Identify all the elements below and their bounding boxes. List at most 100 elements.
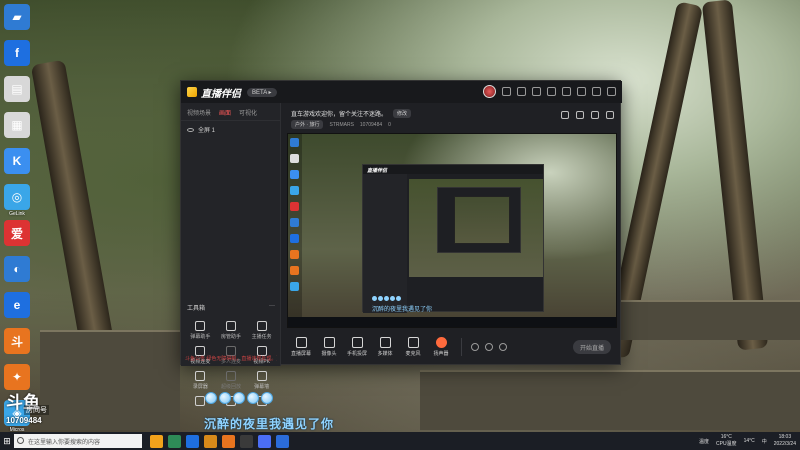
preview-icon: [290, 282, 299, 291]
preview-icon: [290, 266, 299, 275]
taskbar-app-icon[interactable]: [150, 434, 163, 448]
announcement-text[interactable]: 斗鱼公告 绿色无障碍制，直播违规处理。更多·查看: [185, 355, 277, 362]
preview-icon: [290, 234, 299, 243]
icon-8-icon[interactable]: ◐: [4, 256, 30, 282]
main-toolbar: [561, 111, 614, 119]
taskbar-app-icon[interactable]: [240, 434, 253, 448]
close-icon[interactable]: [607, 87, 616, 96]
tool-icon: [256, 321, 267, 331]
source-button[interactable]: 多媒体: [371, 337, 399, 357]
logo-mark-icon: [187, 87, 197, 97]
viewer-count: 0: [388, 121, 391, 128]
settings-icon[interactable]: [562, 87, 571, 96]
clock-time: 18:03: [778, 434, 792, 440]
icon-3-icon[interactable]: ▤: [4, 76, 30, 102]
source-button[interactable]: 直播屏幕: [287, 337, 315, 357]
minimize-icon[interactable]: [577, 87, 586, 96]
version-badge[interactable]: BETA ▸: [247, 87, 277, 97]
icon-9-icon[interactable]: e: [4, 292, 30, 318]
lock-icon[interactable]: [517, 87, 526, 96]
tab-visual[interactable]: 可视化: [239, 108, 257, 117]
screen-icon[interactable]: [591, 111, 599, 119]
avatar[interactable]: [483, 85, 496, 98]
outdoor-temp[interactable]: 14°C: [744, 438, 755, 444]
scene-item[interactable]: 全屏 1: [181, 121, 280, 138]
icon-4-icon[interactable]: ▦: [4, 112, 30, 138]
source-button[interactable]: 扬声器: [427, 337, 455, 357]
stream-key: STRMARS: [329, 121, 354, 128]
language-indicator[interactable]: 中: [762, 438, 767, 445]
overlay-subtitle: 沉醉的夜里我遇见了你: [204, 417, 335, 431]
scene-panel: 视频场景 画面 可视化 全屏 1 工具箱 ··· 弹幕助手 房管助手 主播任务 视频连…: [181, 103, 281, 406]
source-label: 麦克风: [405, 351, 421, 357]
tool-button[interactable]: 录屏器: [185, 371, 216, 390]
tool-button[interactable]: 超级回放: [216, 371, 247, 390]
source-button[interactable]: 手机投屏: [343, 337, 371, 357]
taskbar-app-icon[interactable]: [276, 434, 289, 448]
icon-10-icon[interactable]: 斗: [4, 328, 30, 354]
icon-1-icon[interactable]: ▰: [4, 4, 30, 30]
icon-6-icon[interactable]: ◎: [4, 184, 30, 210]
clock[interactable]: 18:03 2022/3/24: [774, 434, 796, 448]
cpu-widget[interactable]: 16°C CPU温度: [716, 434, 737, 448]
nested-title: 直播伴侣: [363, 165, 543, 174]
tab-canvas[interactable]: 画面: [219, 108, 231, 117]
preview-desktop-icons: [288, 134, 302, 319]
room-id: 10709484: [6, 416, 42, 425]
source-button[interactable]: 摄像头: [315, 337, 343, 357]
gift-icon[interactable]: [532, 87, 541, 96]
icon-7-icon[interactable]: 爱: [4, 220, 30, 246]
ruin-stone: [420, 370, 800, 430]
source-button[interactable]: 麦克风: [399, 337, 427, 357]
taskbar-app-icon[interactable]: [186, 434, 199, 448]
bubble-icon: [261, 392, 273, 404]
taskbar-app-icon[interactable]: [204, 434, 217, 448]
bubble-icon: [390, 296, 395, 301]
desktop-icon-label: GeLink: [9, 211, 25, 217]
icon-2-icon[interactable]: f: [4, 40, 30, 66]
bubble-icon: [372, 296, 377, 301]
camera-small-icon[interactable]: [471, 343, 479, 351]
settings-small-icon[interactable]: [499, 343, 507, 351]
edit-title-button[interactable]: 修改: [393, 109, 412, 118]
toolbox-title: 工具箱: [187, 306, 206, 312]
category-chip[interactable]: 户外 · 旅行: [291, 120, 324, 129]
source-icon: [407, 337, 419, 348]
tool-button[interactable]: 弹幕助手: [185, 321, 216, 340]
maximize-icon[interactable]: [592, 87, 601, 96]
tray-label[interactable]: 温度: [699, 438, 709, 445]
tool-icon: [195, 396, 206, 406]
toolbox-more-button[interactable]: ···: [269, 303, 275, 312]
nested-preview: [409, 179, 543, 277]
taskbar-app-icon[interactable]: [168, 434, 181, 448]
preview-icon: [290, 202, 299, 211]
ruin-stone: [620, 300, 800, 340]
tab-video-scene[interactable]: 视频场景: [187, 108, 211, 117]
share-icon[interactable]: [606, 111, 614, 119]
message-icon[interactable]: [502, 87, 511, 96]
toolbox-header: 工具箱 ···: [187, 303, 275, 312]
windows-start-icon[interactable]: ⊞: [0, 432, 14, 450]
source-icon: [351, 337, 363, 348]
stream-meta: 户外 · 旅行 STRMARS 10709484 0: [291, 120, 391, 129]
icon-5-icon[interactable]: K: [4, 148, 30, 174]
search-icon: [17, 437, 24, 444]
tool-label: 录屏器: [192, 384, 208, 390]
weather-temp: 16°C: [720, 434, 732, 440]
start-live-button[interactable]: 开始直播: [573, 340, 611, 354]
source-label: 直播屏幕: [290, 351, 311, 357]
taskbar-app-icon[interactable]: [258, 434, 271, 448]
stream-preview[interactable]: 直播伴侣 沉醉的夜里我遇见了你: [287, 133, 617, 328]
tool-button[interactable]: 房管助手: [216, 321, 247, 340]
taskbar-search-input[interactable]: 在这里输入你要搜索的内容: [14, 434, 142, 448]
eye-small-icon[interactable]: [485, 343, 493, 351]
taskbar-app-icon[interactable]: [222, 434, 235, 448]
tool-button[interactable]: 弹幕墙: [246, 371, 277, 390]
bag-icon[interactable]: [561, 111, 569, 119]
lock-icon[interactable]: [576, 111, 584, 119]
shirt-icon[interactable]: [547, 87, 556, 96]
icon-11-icon[interactable]: ✦: [4, 364, 30, 390]
tool-button[interactable]: 主播任务: [246, 321, 277, 340]
eye-icon[interactable]: [187, 127, 194, 132]
preview-icon: [290, 154, 299, 163]
